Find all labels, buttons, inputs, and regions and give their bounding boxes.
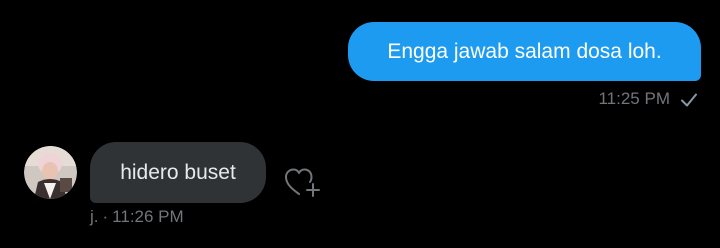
heart-plus-icon[interactable]	[282, 164, 322, 200]
outgoing-message-bubble[interactable]: Engga jawab salam dosa loh.	[348, 22, 701, 81]
incoming-message-time: 11:26 PM	[112, 207, 184, 226]
user-avatar[interactable]	[24, 146, 77, 199]
meta-separator: ·	[102, 207, 109, 226]
incoming-sender-name[interactable]: j.	[90, 207, 99, 226]
dm-conversation: Engga jawab salam dosa loh. 11:25 PM hid…	[0, 0, 720, 248]
outgoing-message-meta: 11:25 PM	[598, 88, 698, 109]
incoming-message-bubble[interactable]: hidero buset	[90, 142, 266, 203]
incoming-message-meta: j. · 11:26 PM	[90, 207, 184, 227]
checkmark-icon	[681, 93, 697, 107]
avatar-image	[24, 146, 77, 199]
outgoing-message-time: 11:25 PM	[598, 88, 670, 108]
